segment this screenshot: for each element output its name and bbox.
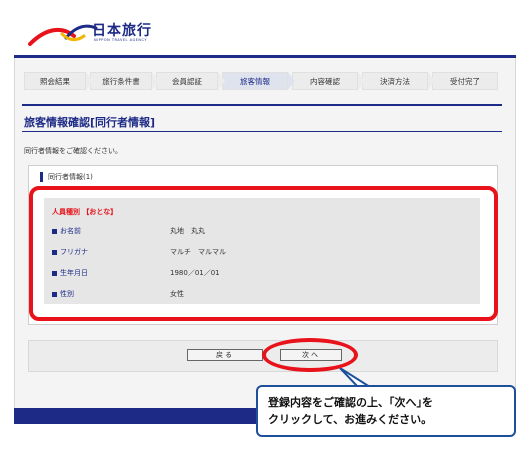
step-confirm: 内容確認 [292,72,365,90]
highlight-box [29,186,498,321]
back-button[interactable]: 戻る [187,349,263,361]
divider [22,104,502,106]
logo-subtext: NIPPON TRAVEL AGENCY [94,38,148,42]
page: { "header": { "logo_text": "日本旅行", "logo… [0,0,530,450]
step-search-results: 照会結果 [24,72,93,90]
progress-steps: 照会結果 旅行条件書 会員認証 旅客情報 内容確認 決済方法 受付完了 [24,72,502,90]
step-travel-conditions: 旅行条件書 [90,72,159,90]
companion-heading: 同行者情報(1) [40,172,93,182]
highlight-oval [262,338,358,372]
callout-line-1: 登録内容をご確認の上、｢次へ｣を [268,396,433,409]
callout-line-2: クリックして、お進みください。 [268,413,433,426]
page-title: 旅客情報確認[同行者情報] [24,116,156,129]
intro-text: 同行者情報をご確認ください。 [24,147,122,155]
logo-text[interactable]: 日本旅行 [92,20,152,40]
step-member-auth: 会員認証 [156,72,225,90]
title-underline [22,131,502,132]
step-payment: 決済方法 [362,72,435,90]
step-passenger-info: 旅客情報 [222,72,295,90]
step-complete: 受付完了 [432,72,498,90]
instruction-callout: 登録内容をご確認の上、｢次へ｣を クリックして、お進みください。 [256,385,516,437]
